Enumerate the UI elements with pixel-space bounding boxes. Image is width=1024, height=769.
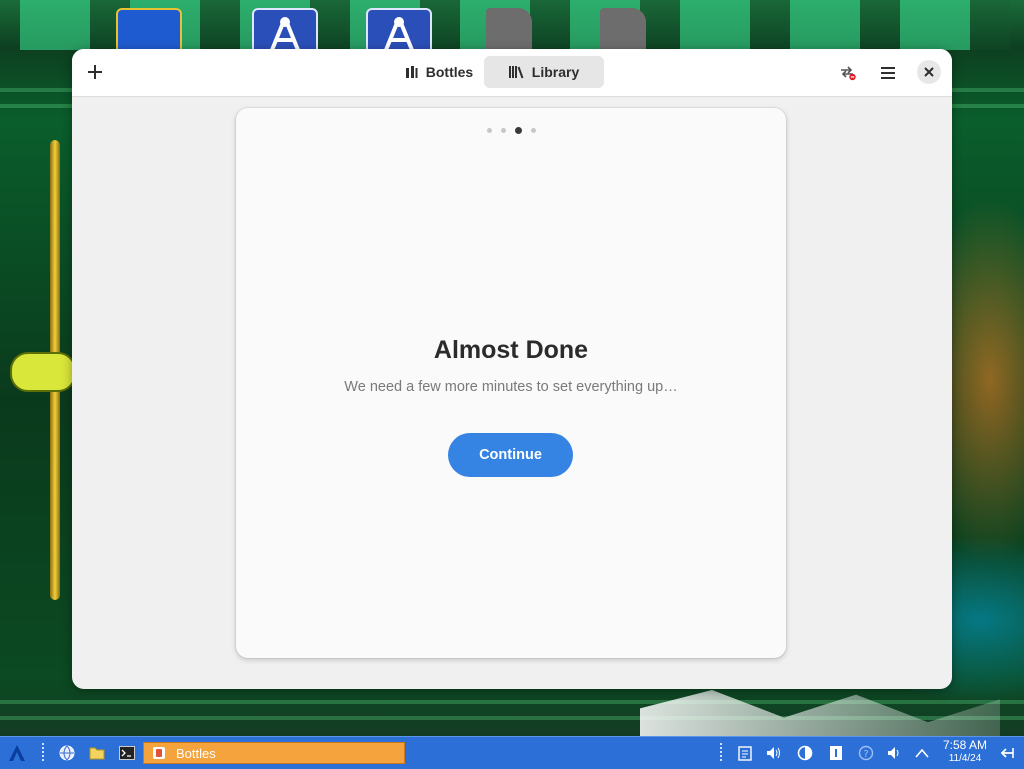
- add-button[interactable]: [80, 57, 110, 87]
- hamburger-icon: [881, 67, 895, 79]
- clock-time: 7:58 AM: [942, 738, 988, 752]
- task-manager-icon: [841, 66, 856, 81]
- updates-tray[interactable]: [826, 741, 846, 765]
- show-hidden-tray[interactable]: [912, 741, 932, 765]
- taskbar-separator: [42, 743, 44, 763]
- package-icon: [830, 746, 842, 760]
- onboarding-dialog: Almost Done We need a few more minutes t…: [236, 108, 786, 658]
- library-icon: [508, 66, 524, 79]
- logout-button[interactable]: [996, 741, 1018, 765]
- help-tray[interactable]: ?: [856, 741, 876, 765]
- taskbar-separator: [720, 743, 722, 763]
- continue-button[interactable]: Continue: [448, 433, 573, 477]
- file-manager-launcher[interactable]: [86, 741, 108, 765]
- desktop-file-icon[interactable]: [600, 8, 646, 54]
- browser-launcher[interactable]: [56, 741, 78, 765]
- bottles-app-icon: [153, 747, 165, 759]
- terminal-launcher[interactable]: [116, 741, 138, 765]
- tab-label: Library: [531, 64, 580, 80]
- power-profile-icon: [797, 745, 813, 761]
- tab-library[interactable]: Library: [484, 56, 604, 88]
- page-indicator: [236, 127, 786, 134]
- task-label: Bottles: [176, 745, 216, 761]
- page-dot-current[interactable]: [514, 127, 522, 134]
- clipboard-icon: [738, 746, 752, 761]
- bottles-icon: [405, 66, 418, 78]
- task-manager-button[interactable]: [832, 59, 864, 87]
- speaker-tray[interactable]: [884, 741, 906, 765]
- chevron-up-icon: [915, 748, 929, 758]
- taskbar: Bottles ? 7:58 AM 11/4/24: [0, 736, 1024, 769]
- taskbar-task-bottles[interactable]: Bottles: [143, 742, 405, 764]
- svg-text:?: ?: [863, 749, 868, 760]
- onboarding-subtitle: We need a few more minutes to set everyt…: [344, 379, 678, 395]
- main-menu-button[interactable]: [872, 59, 904, 87]
- add-icon: [88, 65, 102, 79]
- logout-icon: [1000, 748, 1014, 758]
- help-icon: ?: [858, 745, 874, 761]
- volume-icon: [767, 747, 780, 759]
- distro-logo-icon: [9, 745, 25, 761]
- clipboard-tray[interactable]: [734, 741, 756, 765]
- header-bar: Bottles Library: [72, 49, 952, 97]
- close-button[interactable]: [917, 60, 941, 84]
- wallpaper-artwork: [640, 690, 1000, 736]
- view-switcher: Bottles Library: [396, 56, 604, 88]
- folder-icon: [89, 747, 105, 760]
- page-dot[interactable]: [530, 128, 536, 133]
- tab-bottles[interactable]: Bottles: [396, 56, 480, 88]
- power-tray[interactable]: [794, 741, 816, 765]
- desktop-file-icon[interactable]: [486, 8, 532, 54]
- clock[interactable]: 7:58 AM 11/4/24: [938, 739, 992, 765]
- globe-icon: [59, 745, 75, 761]
- start-menu-button[interactable]: [4, 741, 30, 765]
- bottles-window: Bottles Library Almost Done We need a fe…: [72, 49, 952, 689]
- page-dot[interactable]: [500, 128, 506, 133]
- clock-date: 11/4/24: [948, 753, 982, 764]
- wallpaper-pill: [10, 352, 76, 392]
- page-dot[interactable]: [486, 128, 492, 133]
- speaker-icon: [888, 747, 899, 759]
- tab-label: Bottles: [425, 64, 474, 80]
- close-icon: [924, 67, 934, 77]
- onboarding-title: Almost Done: [433, 336, 589, 364]
- terminal-icon: [119, 746, 135, 760]
- volume-tray[interactable]: [762, 741, 786, 765]
